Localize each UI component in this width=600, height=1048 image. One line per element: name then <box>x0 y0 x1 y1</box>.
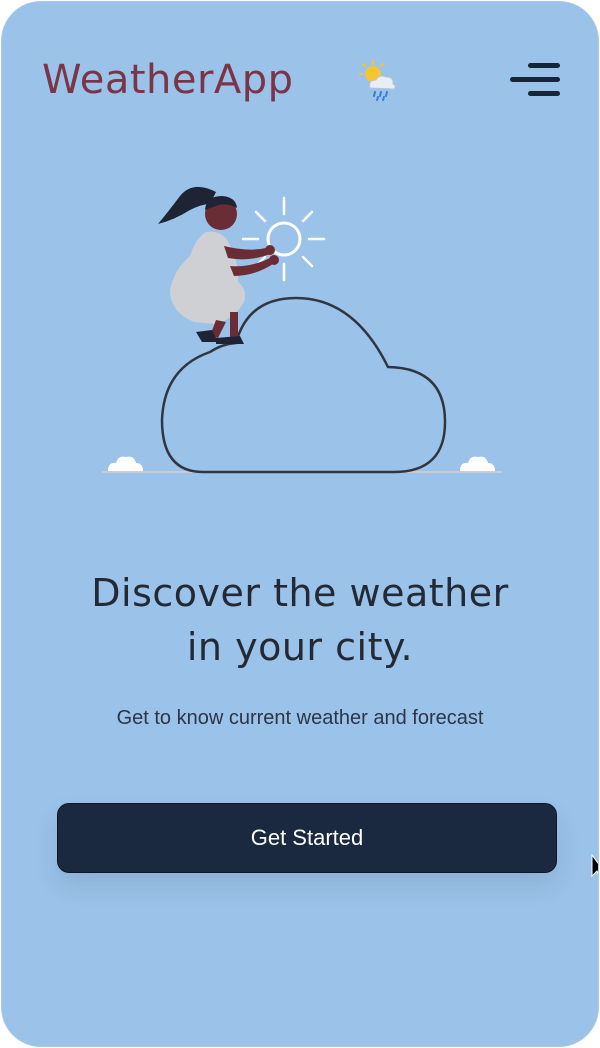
woman-figure <box>158 186 279 344</box>
cloud-outline <box>160 296 447 474</box>
page-headline: Discover the weather in your city. <box>2 566 598 674</box>
menu-line-top <box>528 63 560 68</box>
headline-line-2: in your city. <box>186 625 414 669</box>
sun-cloud-rain-icon <box>359 60 396 101</box>
right-bush-icon <box>460 456 495 471</box>
header: WeatherApp <box>2 54 598 110</box>
hamburger-menu-icon[interactable] <box>508 58 560 100</box>
left-bush-icon <box>108 456 143 471</box>
menu-line-middle <box>510 77 560 82</box>
headline-line-1: Discover the weather <box>91 571 509 615</box>
menu-line-bottom <box>528 91 560 96</box>
woman-on-cloud-with-sun-illustration <box>102 186 502 474</box>
mouse-cursor-icon <box>591 854 598 878</box>
page-subtitle: Get to know current weather and forecast <box>116 707 484 729</box>
app-logo-text[interactable]: WeatherApp <box>42 54 294 106</box>
get-started-button[interactable]: Get Started <box>57 803 557 873</box>
app-screen: WeatherApp Discover the weather in your … <box>1 1 599 1047</box>
